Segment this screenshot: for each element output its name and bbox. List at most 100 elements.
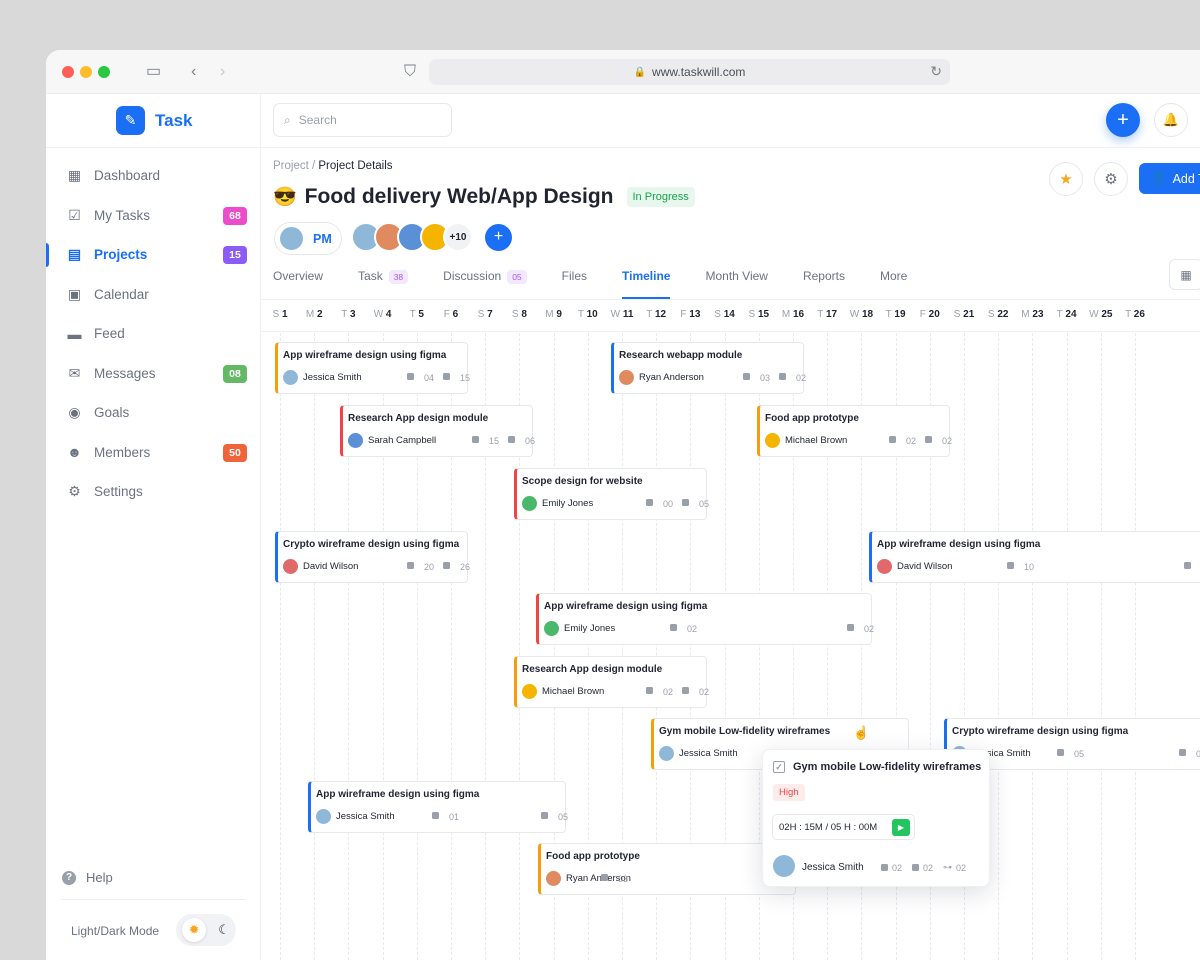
team-avatars[interactable]: +10 +	[351, 222, 512, 252]
task-bar[interactable]: App wireframe design using figma Jessica …	[275, 342, 470, 394]
search-box[interactable]: ⌕	[273, 103, 452, 137]
task-name: Research App design module	[348, 413, 489, 424]
minimize-window-button[interactable]	[80, 66, 92, 78]
brand[interactable]: ✎ Task	[116, 106, 193, 135]
pointer-cursor-icon: ☝	[853, 725, 870, 740]
close-window-button[interactable]	[62, 66, 74, 78]
sidebar-item-projects[interactable]: ▤ Projects 15	[46, 235, 261, 275]
tab-files[interactable]: Files	[562, 269, 587, 299]
theme-toggle[interactable]: ✹ ☾	[176, 914, 236, 946]
reload-icon[interactable]: ↻	[930, 63, 942, 80]
shield-icon[interactable]: ⛉	[404, 63, 416, 81]
comment-icon	[443, 373, 450, 380]
attachment-value: 02	[663, 687, 674, 697]
gear-icon[interactable]: ⚙	[1094, 162, 1128, 196]
attachment-value: 02	[687, 624, 698, 634]
members-icon: ☻	[67, 444, 82, 461]
weekday-label: M	[1021, 309, 1030, 320]
moon-icon[interactable]: ☾	[218, 922, 230, 938]
weekday-label: S	[272, 309, 280, 320]
day-header-cell: F 6	[434, 309, 468, 320]
breadcrumb-parent[interactable]: Project	[273, 160, 309, 172]
notification-bell-icon[interactable]: 🔔	[1154, 103, 1188, 137]
day-header-cell: M 9	[537, 309, 571, 320]
forward-icon[interactable]: ›	[220, 63, 225, 81]
day-number: 18	[861, 309, 874, 320]
maximize-window-button[interactable]	[98, 66, 110, 78]
create-button[interactable]: +	[1106, 103, 1140, 137]
comment-value: 02	[864, 624, 875, 634]
task-assignee: Emily Jones	[542, 498, 594, 509]
address-bar[interactable]: 🔒 www.taskwill.com ↻	[429, 59, 950, 85]
comment-value: 02	[796, 373, 807, 383]
avatar	[544, 621, 559, 636]
sidebar: ✎ Task ▦ Dashboard ☑ My Tasks 68 ▤ Projects 15 ▣…	[46, 94, 261, 960]
tab-timeline[interactable]: Timeline	[622, 269, 671, 299]
play-icon[interactable]: ▶	[892, 819, 910, 836]
attachment-icon	[601, 874, 608, 881]
help-link[interactable]: ? Help	[62, 870, 113, 885]
task-bar[interactable]: Food app prototype Michael Brown 02 02	[757, 405, 952, 457]
attachment-value: 01	[449, 812, 460, 822]
tab-overview[interactable]: Overview	[273, 269, 323, 299]
day-number: 3	[349, 309, 356, 320]
sidebar-item-messages[interactable]: ✉ Messages 08	[46, 354, 261, 394]
sidebar-item-my-tasks[interactable]: ☑ My Tasks 68	[46, 196, 261, 236]
attachment-value: 03	[618, 874, 629, 884]
task-bar[interactable]: App wireframe design using figma David Wi…	[869, 531, 1200, 583]
tab-reports[interactable]: Reports	[803, 269, 845, 299]
task-bar[interactable]: Research App design module Sarah Campbell…	[340, 405, 535, 457]
star-icon[interactable]: ★	[1049, 162, 1083, 196]
add-member-button[interactable]: 👤 Add T	[1139, 163, 1200, 194]
sidebar-item-calendar[interactable]: ▣ Calendar	[46, 275, 261, 315]
attachment-icon	[1057, 749, 1064, 756]
day-header-cell: T 5	[400, 309, 434, 320]
day-header-cell: W 18	[844, 309, 878, 320]
calendar-view-icon[interactable]: ▦	[1169, 259, 1200, 290]
search-input[interactable]	[298, 113, 429, 127]
task-bar[interactable]: App wireframe design using figma Jessica …	[308, 781, 568, 833]
day-header-cell: F 13	[673, 309, 707, 320]
attachment-value: 05	[1074, 749, 1085, 759]
day-number: 10	[586, 309, 598, 320]
sidebar-item-goals[interactable]: ◉ Goals	[46, 393, 261, 433]
task-bar[interactable]: Research webapp module Ryan Anderson 03 02	[611, 342, 807, 394]
sidebar-toggle-icon[interactable]: ▭	[146, 63, 161, 81]
avatar	[522, 496, 537, 511]
sidebar-item-feed[interactable]: ▬ Feed	[46, 314, 261, 354]
task-bar[interactable]: Crypto wireframe design using figma David…	[275, 531, 470, 583]
comment-count: 06	[1184, 562, 1200, 572]
feed-icon: ▬	[67, 325, 82, 342]
weekday-label: W	[610, 309, 621, 320]
day-number: 13	[689, 309, 701, 320]
tab-discussion[interactable]: Discussion 05	[443, 269, 527, 299]
attachment-count: 20	[407, 562, 434, 572]
weekday-label: F	[919, 309, 926, 320]
day-number: 4	[385, 309, 392, 320]
back-icon[interactable]: ‹	[191, 63, 196, 81]
attachment-icon	[407, 562, 414, 569]
task-name: Research webapp module	[619, 350, 743, 361]
task-bar[interactable]: Scope design for website Emily Jones 00 05	[514, 468, 709, 520]
help-label: Help	[86, 870, 113, 885]
task-bar[interactable]: Food app prototype Ryan Anderson 03	[538, 843, 796, 895]
tab-more[interactable]: More	[880, 269, 907, 299]
comment-value: 02	[699, 687, 710, 697]
sidebar-item-members[interactable]: ☻ Members 50	[46, 433, 261, 473]
tab-month-view[interactable]: Month View	[705, 269, 767, 299]
add-member-icon[interactable]: +	[485, 223, 512, 251]
weekday-label: T	[646, 309, 653, 320]
sidebar-item-settings[interactable]: ⚙ Settings	[46, 472, 261, 512]
checkbox-icon[interactable]: ✓	[773, 761, 785, 773]
sidebar-item-dashboard[interactable]: ▦ Dashboard	[46, 156, 261, 196]
task-assignee: Emily Jones	[564, 623, 616, 634]
attachment-icon	[670, 624, 677, 631]
messages-icon: ✉	[68, 364, 81, 381]
project-manager-chip[interactable]: PM	[274, 222, 342, 255]
tab-label: Files	[561, 269, 588, 283]
task-bar[interactable]: Research App design module Michael Brown 0…	[514, 656, 710, 708]
more-members-count[interactable]: +10	[443, 222, 473, 252]
task-bar[interactable]: App wireframe design using figma Emily Jo…	[536, 593, 875, 645]
tab-task[interactable]: Task 38	[358, 269, 409, 299]
sun-icon[interactable]: ✹	[182, 918, 207, 942]
